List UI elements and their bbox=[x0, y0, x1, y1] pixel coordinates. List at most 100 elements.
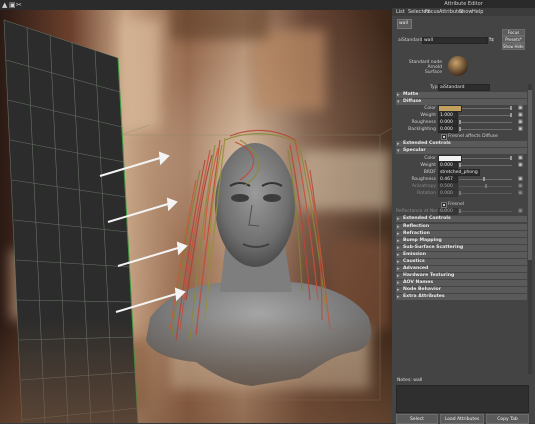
section-matte[interactable]: ▸ Matte bbox=[396, 92, 527, 98]
specular-roughness-field[interactable]: 0.467 bbox=[438, 176, 458, 183]
menu-show[interactable]: Show bbox=[459, 9, 473, 15]
node-type-label: aiStandard: bbox=[398, 38, 424, 43]
section-advanced[interactable]: ▸ Advanced bbox=[396, 266, 527, 272]
material-swatch-preview[interactable] bbox=[448, 56, 468, 76]
fresnel-affects-diffuse-label: Fresnel affects Diffuse bbox=[448, 134, 498, 139]
expand-arrow-icon: ▾ bbox=[397, 148, 400, 154]
collapse-arrow-icon: ▸ bbox=[397, 266, 400, 272]
presets-button[interactable]: Presets* bbox=[502, 36, 525, 43]
specular-rotation-slider[interactable] bbox=[459, 193, 512, 194]
menu-help[interactable]: Help bbox=[472, 9, 483, 15]
specular-anisotropy-field[interactable]: 0.500 bbox=[438, 183, 458, 190]
diffuse-color-label: Color bbox=[424, 106, 436, 111]
specular-anisotropy-knob[interactable] bbox=[485, 184, 487, 188]
diffuse-roughness-slider[interactable] bbox=[459, 122, 512, 123]
floor-reflection bbox=[0, 318, 392, 423]
type-dropdown[interactable]: aiStandard bbox=[438, 84, 490, 91]
map-button-icon[interactable]: ▣ bbox=[518, 190, 523, 196]
section-specular[interactable]: ▾ Specular bbox=[396, 148, 527, 154]
diffuse-color-swatch[interactable] bbox=[438, 105, 462, 112]
section-node-behavior[interactable]: ▸ Node Behavior bbox=[396, 287, 527, 293]
select-tool-icon[interactable]: ▲ bbox=[2, 1, 7, 9]
specular-color-swatch[interactable] bbox=[438, 155, 462, 162]
specular-anisotropy-label: Anisotropy bbox=[411, 184, 436, 189]
map-button-icon[interactable]: ▣ bbox=[518, 183, 523, 189]
map-button-icon[interactable]: ▣ bbox=[518, 155, 523, 161]
specular-weight-label: Weight bbox=[420, 163, 436, 168]
section-caustics[interactable]: ▸ Caustics bbox=[396, 259, 527, 265]
specular-weight-field[interactable]: 0.000 bbox=[438, 162, 458, 169]
collapse-arrow-icon: ▸ bbox=[397, 245, 400, 251]
map-button-icon[interactable]: ▣ bbox=[518, 105, 523, 111]
diffuse-backlighting-slider[interactable] bbox=[459, 129, 512, 130]
scrollbar-thumb[interactable] bbox=[528, 90, 532, 260]
camera-tool-icon[interactable]: ▣ bbox=[9, 1, 16, 9]
section-reflection[interactable]: ▸ Reflection bbox=[396, 224, 527, 230]
window-title-bar: Attribute Editor bbox=[392, 0, 535, 8]
3d-viewport[interactable]: ▲ ▣ ✂ bbox=[0, 0, 392, 423]
map-button-icon[interactable]: ▣ bbox=[518, 176, 523, 182]
focus-button[interactable]: Focus bbox=[502, 29, 525, 36]
node-link-icon[interactable]: ⇆ bbox=[489, 36, 494, 43]
diffuse-roughness-field[interactable]: 0.000 bbox=[438, 119, 458, 126]
cut-tool-icon[interactable]: ✂ bbox=[16, 1, 22, 9]
specular-roughness-slider[interactable] bbox=[459, 179, 512, 180]
specular-rotation-knob[interactable] bbox=[459, 191, 461, 195]
specular-rotation-field[interactable]: 0.000 bbox=[438, 190, 458, 197]
window-title: Attribute Editor bbox=[444, 1, 483, 7]
reflectance-knob[interactable] bbox=[459, 209, 461, 213]
map-button-icon[interactable]: ▣ bbox=[518, 162, 523, 168]
reflectance-label: Reflectance at Normal bbox=[396, 209, 447, 214]
fresnel-affects-diffuse-checkbox[interactable] bbox=[441, 134, 447, 140]
section-bump-mapping[interactable]: ▸ Bump Mapping bbox=[396, 238, 527, 244]
diffuse-backlighting-field[interactable]: 0.000 bbox=[438, 126, 458, 133]
attribute-editor: Attribute Editor List Selected Focus Att… bbox=[392, 0, 535, 424]
map-button-icon[interactable]: ▣ bbox=[518, 119, 523, 125]
node-name-value: wall bbox=[424, 38, 433, 43]
map-button-icon[interactable]: ▣ bbox=[518, 112, 523, 118]
map-button-icon[interactable]: ▣ bbox=[518, 126, 523, 132]
collapse-arrow-icon: ▸ bbox=[397, 224, 400, 230]
diffuse-color-slider[interactable] bbox=[462, 108, 512, 109]
specular-brdf-label: BRDF bbox=[423, 170, 436, 175]
specular-roughness-knob[interactable] bbox=[483, 177, 485, 181]
section-extended-controls[interactable]: ▸ Extended Controls bbox=[396, 141, 527, 147]
diffuse-backlighting-knob[interactable] bbox=[459, 127, 461, 131]
collapse-arrow-icon: ▸ bbox=[397, 259, 400, 265]
section-hardware-texturing[interactable]: ▸ Hardware Texturing bbox=[396, 273, 527, 279]
section-refraction[interactable]: ▸ Refraction bbox=[396, 231, 527, 237]
notes-label: Notes: wall bbox=[397, 378, 423, 383]
hide-button[interactable]: Hide bbox=[513, 43, 525, 50]
tab-wall[interactable]: wall bbox=[397, 19, 412, 29]
menu-focus[interactable]: Focus bbox=[425, 9, 439, 15]
swatch-caption: Standard node Arnold Surface bbox=[408, 60, 442, 75]
section-emission[interactable]: ▸ Emission bbox=[396, 252, 527, 258]
specular-color-slider[interactable] bbox=[462, 158, 512, 159]
section-extended-controls-2[interactable]: ▸ Extended Controls bbox=[396, 216, 527, 222]
section-sub-surface-scattering[interactable]: ▸ Sub-Surface Scattering bbox=[396, 245, 527, 251]
node-name-field[interactable]: wall bbox=[422, 37, 488, 44]
diffuse-color-knob[interactable] bbox=[510, 106, 512, 110]
specular-brdf-dropdown[interactable]: stretched_phong bbox=[438, 169, 480, 176]
map-button-icon[interactable]: ▣ bbox=[518, 208, 523, 214]
specular-weight-knob[interactable] bbox=[459, 163, 461, 167]
section-aov-names[interactable]: ▸ AOV Names bbox=[396, 280, 527, 286]
diffuse-weight-knob[interactable] bbox=[510, 113, 512, 117]
diffuse-weight-slider[interactable] bbox=[459, 115, 512, 116]
menu-list[interactable]: List bbox=[396, 9, 405, 15]
reflectance-slider[interactable] bbox=[459, 211, 512, 212]
reflectance-field[interactable]: 0.000 bbox=[438, 208, 458, 215]
diffuse-roughness-knob[interactable] bbox=[459, 120, 461, 124]
diffuse-weight-field[interactable]: 1.000 bbox=[438, 112, 458, 119]
collapse-arrow-icon: ▸ bbox=[397, 231, 400, 237]
specular-weight-slider[interactable] bbox=[459, 165, 512, 166]
specular-color-label: Color bbox=[424, 156, 436, 161]
collapse-arrow-icon: ▸ bbox=[397, 287, 400, 293]
specular-rotation-label: Rotation bbox=[417, 191, 436, 196]
collapse-arrow-icon: ▸ bbox=[397, 216, 400, 222]
specular-color-knob[interactable] bbox=[510, 156, 512, 160]
section-extra-attributes[interactable]: ▸ Extra Attributes bbox=[396, 294, 527, 300]
notes-textarea[interactable] bbox=[396, 385, 529, 413]
collapse-arrow-icon: ▸ bbox=[397, 92, 400, 98]
viewport-toolbar: ▲ ▣ ✂ bbox=[0, 0, 392, 10]
